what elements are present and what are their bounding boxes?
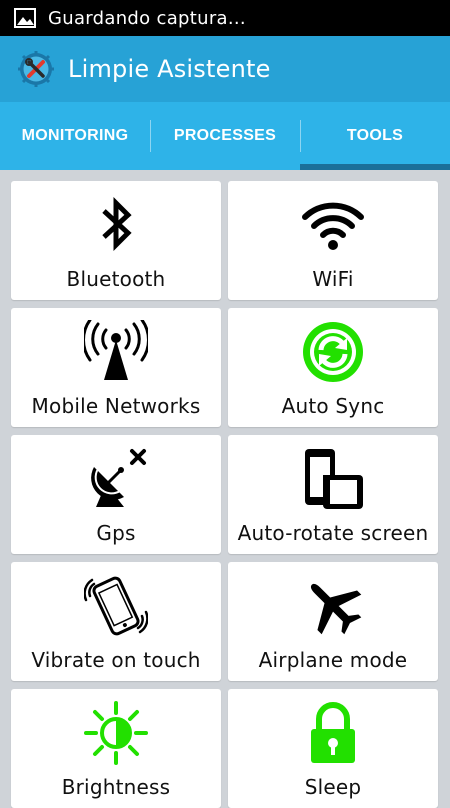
- tool-label: Gps: [96, 521, 136, 545]
- status-bar: Guardando captura...: [0, 0, 450, 36]
- lock-icon: [311, 702, 355, 763]
- satellite-dish-icon: [91, 449, 146, 507]
- tool-label: Mobile Networks: [31, 394, 201, 418]
- tool-tile-sleep[interactable]: Sleep: [228, 689, 438, 808]
- tool-label: Vibrate on touch: [31, 648, 201, 672]
- airplane-icon: [310, 583, 362, 635]
- tool-tile-airplane[interactable]: Airplane mode: [228, 562, 438, 681]
- app-bar: Limpie Asistente: [0, 36, 450, 102]
- tab-tools[interactable]: TOOLS: [300, 102, 450, 170]
- tool-tile-bluetooth[interactable]: Bluetooth: [11, 181, 221, 300]
- tool-tile-gps[interactable]: Gps: [11, 435, 221, 554]
- tool-tile-auto-rotate[interactable]: Auto-rotate screen: [228, 435, 438, 554]
- tool-tile-auto-sync[interactable]: Auto Sync: [228, 308, 438, 427]
- wifi-icon: [302, 202, 364, 250]
- tool-tile-mobile-networks[interactable]: Mobile Networks: [11, 308, 221, 427]
- tool-label: Auto Sync: [281, 394, 385, 418]
- tool-label: Bluetooth: [66, 267, 166, 291]
- tools-icon[interactable]: [18, 51, 54, 87]
- brightness-icon: [84, 701, 148, 765]
- image-icon: [14, 8, 36, 28]
- vibrate-phone-icon: [84, 576, 148, 636]
- tool-tile-wifi[interactable]: WiFi: [228, 181, 438, 300]
- tool-label: Auto-rotate screen: [237, 521, 429, 545]
- tool-tile-vibrate[interactable]: Vibrate on touch: [11, 562, 221, 681]
- tab-bar: MONITORING PROCESSES TOOLS: [0, 102, 450, 170]
- tab-processes[interactable]: PROCESSES: [150, 102, 300, 170]
- antenna-icon: [84, 320, 148, 380]
- bluetooth-icon: [102, 196, 132, 252]
- rotate-screen-icon: [305, 449, 363, 509]
- tab-monitoring[interactable]: MONITORING: [0, 102, 150, 170]
- app-title: Limpie Asistente: [68, 55, 271, 83]
- tool-label: Sleep: [304, 775, 362, 799]
- status-notification-text: Guardando captura...: [48, 7, 246, 29]
- sync-icon: [303, 322, 363, 382]
- tool-tile-brightness[interactable]: Brightness: [11, 689, 221, 808]
- tool-label: WiFi: [312, 267, 354, 291]
- tool-label: Airplane mode: [258, 648, 408, 672]
- tools-grid: Bluetooth WiFi Mobile Networks Auto Sync…: [0, 170, 450, 808]
- tool-label: Brightness: [61, 775, 171, 799]
